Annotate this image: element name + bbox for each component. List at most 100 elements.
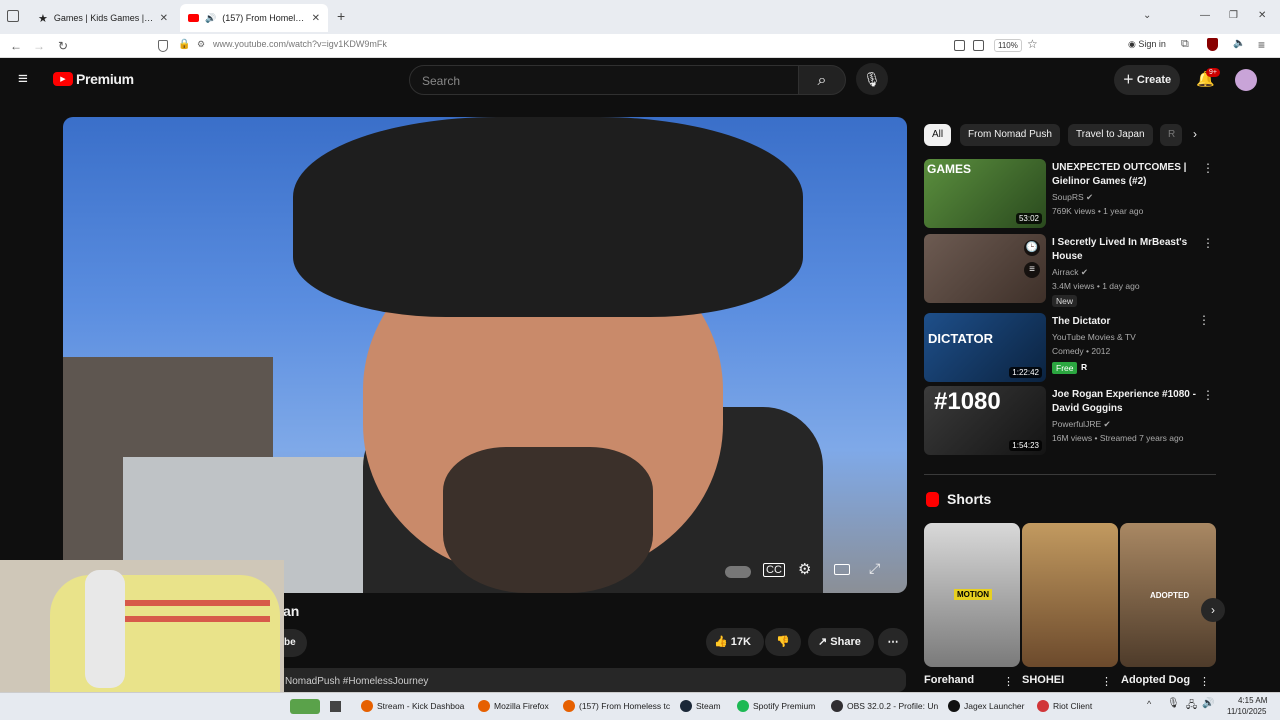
screenshot-icon[interactable] <box>973 40 984 51</box>
more-actions-button[interactable]: ⋯ <box>878 628 908 656</box>
more-options-icon[interactable]: ⋮ <box>1202 388 1214 402</box>
voice-search-button[interactable]: 🎙 <box>856 63 888 95</box>
watch-later-icon[interactable]: 🕒 <box>1024 240 1040 256</box>
tray-chevron-icon[interactable]: ^ <box>1147 699 1151 709</box>
new-tab-button[interactable]: + <box>337 8 345 24</box>
video-title[interactable]: Joe Rogan Experience #1080 - David Goggi… <box>1052 388 1217 416</box>
hamburger-menu-icon[interactable]: ≡ <box>18 70 28 87</box>
url-field[interactable]: www.youtube.com/watch?v=igv1KDW9mFk <box>213 39 387 49</box>
video-thumbnail[interactable]: 🕒 ≡ <box>924 234 1046 303</box>
reload-button[interactable]: ↻ <box>54 37 72 55</box>
recommendation-item[interactable]: 🕒 ≡ I Secretly Lived In MrBeast's House … <box>924 234 1220 307</box>
clock-date[interactable]: 11/10/2025 <box>1227 707 1266 716</box>
chip-all[interactable]: All <box>924 124 952 146</box>
back-button[interactable]: ← <box>7 37 25 55</box>
mic-tray-icon[interactable]: 🎙 <box>1167 698 1180 709</box>
youtube-logo[interactable]: ▶ Premium <box>53 71 134 87</box>
channel-name[interactable]: SoupRS ✔ <box>1052 192 1093 203</box>
taskbar-item[interactable]: Jagex Launcher <box>948 700 1025 712</box>
settings-gear-icon[interactable]: ⚙ <box>798 560 811 578</box>
avatar[interactable] <box>1235 69 1257 91</box>
bookmark-star-icon[interactable]: ☆ <box>1027 37 1038 51</box>
close-window-button[interactable]: ✕ <box>1258 10 1266 21</box>
video-thumbnail[interactable]: #1080 1:54:23 <box>924 386 1046 455</box>
fullscreen-icon[interactable]: ⤢ <box>869 560 880 577</box>
create-button[interactable]: ＋ Create <box>1114 65 1180 95</box>
chip-travel-to-japan[interactable]: Travel to Japan <box>1068 124 1153 146</box>
recommendation-item[interactable]: #1080 1:54:23 Joe Rogan Experience #1080… <box>924 386 1220 456</box>
recommendation-item[interactable]: DICTATOR 1:22:42 The Dictator YouTube Mo… <box>924 313 1220 383</box>
like-button[interactable]: 👍 17K <box>706 628 764 656</box>
volume-icon[interactable]: 🔊 <box>1202 698 1214 709</box>
video-thumbnail[interactable]: DICTATOR 1:22:42 <box>924 313 1046 382</box>
short-title[interactable]: Adopted Dog <box>1121 674 1190 686</box>
sign-in-button[interactable]: ◉ Sign in <box>1128 39 1166 50</box>
tab-games[interactable]: ★ Games | Kids Games | Virtual Ga ✕ <box>30 4 176 32</box>
add-to-queue-icon[interactable]: ≡ <box>1024 262 1040 278</box>
search-button[interactable]: ⌕ <box>798 65 846 95</box>
taskbar-app-icon[interactable] <box>290 699 320 714</box>
taskbar-item[interactable]: Mozilla Firefox <box>478 700 549 712</box>
taskbar-item[interactable]: Steam <box>680 700 721 712</box>
extensions-icon[interactable]: ⧉ <box>1181 38 1189 51</box>
short-thumbnail[interactable]: ADOPTED <box>1120 523 1216 667</box>
taskbar: Stream - Kick Dashboa Mozilla Firefox (1… <box>0 692 1280 720</box>
taskbar-item[interactable]: Stream - Kick Dashboa <box>361 700 464 712</box>
chevron-down-icon[interactable]: ⌄ <box>1143 10 1151 21</box>
more-options-icon[interactable]: ⋮ <box>1202 161 1214 175</box>
captions-icon[interactable]: CC <box>763 563 785 577</box>
search-input[interactable]: Search <box>409 65 799 95</box>
shorts-next-button[interactable]: › <box>1201 598 1225 622</box>
permissions-icon[interactable]: ⚙ <box>197 39 205 50</box>
close-icon[interactable]: ✕ <box>312 13 320 24</box>
share-button[interactable]: ↗ Share <box>808 628 874 656</box>
short-title[interactable]: Forehand <box>924 674 974 686</box>
close-icon[interactable]: ✕ <box>160 13 168 24</box>
chip-next-chevron-icon[interactable]: › <box>1193 127 1197 141</box>
taskbar-item[interactable]: Riot Client <box>1037 700 1092 712</box>
ublock-icon[interactable] <box>1207 38 1218 51</box>
more-options-icon[interactable]: ⋮ <box>1199 675 1210 688</box>
channel-name[interactable]: PowerfulJRE ✔ <box>1052 419 1111 430</box>
recommendation-item[interactable]: GAMES 53:02 UNEXPECTED OUTCOMES | Gielin… <box>924 159 1220 229</box>
taskbar-app-icon[interactable] <box>330 701 341 712</box>
dislike-button[interactable]: 👎 <box>765 628 801 656</box>
tab-youtube[interactable]: 🔊 (157) From Homeless to Va ✕ <box>180 4 328 32</box>
video-thumbnail[interactable]: GAMES 53:02 <box>924 159 1046 228</box>
menu-icon[interactable]: ≡ <box>1258 38 1265 52</box>
short-title[interactable]: SHOHEI <box>1022 674 1064 686</box>
minimize-button[interactable]: — <box>1200 10 1210 21</box>
channel-name[interactable]: Airrack ✔ <box>1052 267 1088 278</box>
tab-list-icon[interactable] <box>7 10 19 22</box>
theater-mode-icon[interactable] <box>834 564 850 575</box>
clock-time[interactable]: 4:15 AM <box>1238 696 1267 705</box>
speaker-icon[interactable]: 🔈 <box>1233 38 1245 49</box>
shield-icon[interactable] <box>158 40 168 52</box>
forward-button[interactable]: → <box>30 37 48 55</box>
zoom-level[interactable]: 110% <box>994 39 1022 52</box>
taskbar-item[interactable]: OBS 32.0.2 - Profile: Un <box>831 700 938 712</box>
video-title[interactable]: I Secretly Lived In MrBeast's House <box>1052 236 1192 264</box>
more-options-icon[interactable]: ⋮ <box>1202 236 1214 250</box>
autoplay-toggle[interactable] <box>725 566 751 578</box>
network-icon[interactable]: 🖧 <box>1186 698 1197 715</box>
more-options-icon[interactable]: ⋮ <box>1198 313 1210 327</box>
short-thumbnail[interactable] <box>1022 523 1118 667</box>
taskbar-item[interactable]: Spotify Premium <box>737 700 815 712</box>
lock-icon[interactable]: 🔒 <box>178 39 190 50</box>
taskbar-item-active[interactable]: (157) From Homeless tc <box>563 700 670 712</box>
video-player[interactable]: CC ⚙ ⤢ <box>63 117 907 593</box>
video-title[interactable]: The Dictator <box>1052 315 1192 329</box>
description-hashtags[interactable]: NomadPush #HomelessJourney <box>285 676 428 687</box>
speaker-icon[interactable]: 🔊 <box>205 13 216 24</box>
more-options-icon[interactable]: ⋮ <box>1101 675 1112 688</box>
reader-view-icon[interactable] <box>954 40 965 51</box>
chip-more[interactable]: R <box>1160 124 1182 146</box>
more-options-icon[interactable]: ⋮ <box>1003 675 1014 688</box>
thumb-down-icon: 👎 <box>776 636 790 648</box>
video-title[interactable]: UNEXPECTED OUTCOMES | Gielinor Games (#2… <box>1052 161 1192 189</box>
short-thumbnail[interactable]: MOTION <box>924 523 1020 667</box>
chip-from-nomad-push[interactable]: From Nomad Push <box>960 124 1060 146</box>
channel-name[interactable]: YouTube Movies & TV <box>1052 332 1136 342</box>
restore-button[interactable]: ❐ <box>1229 10 1238 21</box>
